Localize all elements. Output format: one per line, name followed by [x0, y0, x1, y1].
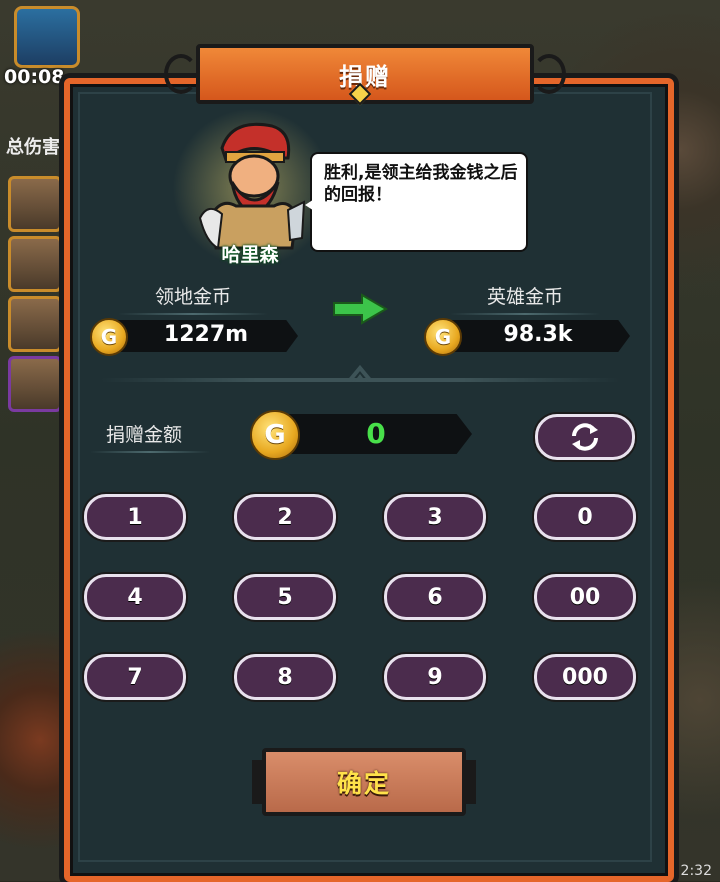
speech-text: 胜利,是领主给我金钱之后的回报！: [324, 163, 518, 205]
hero-gold-label: 英雄金币: [450, 282, 600, 315]
confirm-button[interactable]: 确定: [252, 748, 476, 816]
keypad-button-0[interactable]: 0: [534, 494, 636, 540]
gold-coin-icon: G: [90, 318, 128, 356]
hud-hero-portrait[interactable]: [8, 356, 62, 412]
gold-coin-icon: G: [250, 410, 300, 460]
hero-figure: [198, 122, 306, 250]
keypad-button-9[interactable]: 9: [384, 654, 486, 700]
hud-damage-label: 总伤害: [6, 137, 60, 158]
keypad-button-000[interactable]: 000: [534, 654, 636, 700]
hud-bottom-time: 2:32: [680, 863, 712, 879]
dialog-title: 捐赠: [339, 62, 391, 91]
hero-name: 哈里森: [221, 244, 279, 266]
keypad-button-5[interactable]: 5: [234, 574, 336, 620]
territory-gold-value: 1227m: [163, 322, 249, 347]
confirm-label: 确定: [336, 769, 391, 798]
keypad-button-1[interactable]: 1: [84, 494, 186, 540]
keypad-button-3[interactable]: 3: [384, 494, 486, 540]
green-arrow-icon: [333, 293, 388, 325]
keypad-button-2[interactable]: 2: [234, 494, 336, 540]
keypad-button-6[interactable]: 6: [384, 574, 486, 620]
hero-portrait: [172, 108, 332, 268]
hud-hero-portrait[interactable]: [8, 296, 62, 352]
speech-bubble: 胜利,是领主给我金钱之后的回报！: [305, 152, 528, 252]
treasure-chest-icon[interactable]: [14, 6, 80, 68]
territory-gold-label: 领地金币: [118, 282, 268, 315]
reset-amount-button[interactable]: [535, 414, 635, 460]
hud-hero-portrait[interactable]: [8, 176, 62, 232]
gold-coin-icon: G: [424, 318, 462, 356]
keypad-button-8[interactable]: 8: [234, 654, 336, 700]
hud-timer: 00:08: [4, 66, 65, 88]
keypad-button-4[interactable]: 4: [84, 574, 186, 620]
hero-gold-value: 98.3k: [503, 322, 573, 347]
refresh-icon: [572, 423, 598, 451]
keypad-button-00[interactable]: 00: [534, 574, 636, 620]
hud-hero-portrait[interactable]: [8, 236, 62, 292]
donate-amount-value: 0: [366, 417, 386, 450]
divider-ornament: [330, 364, 390, 382]
donate-amount-label: 捐赠金额: [90, 420, 198, 453]
keypad-button-7[interactable]: 7: [84, 654, 186, 700]
